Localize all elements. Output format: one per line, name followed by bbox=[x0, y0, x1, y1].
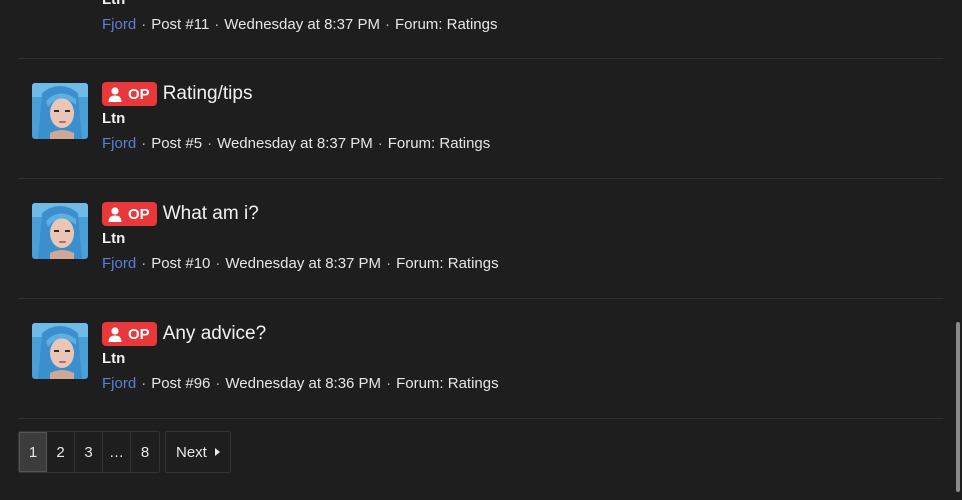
pagination: 1 2 3 … 8 Next bbox=[18, 431, 231, 473]
meta-separator: · bbox=[141, 255, 147, 272]
result-title[interactable]: Any advice? bbox=[163, 323, 267, 345]
search-results-page: Ltn Fjord·Post #11·Wednesday at 8:37 PM·… bbox=[0, 0, 962, 500]
page-2-button[interactable]: 2 bbox=[47, 432, 75, 472]
op-badge: OP bbox=[102, 322, 157, 346]
result-meta: Fjord · Post #11 · Wednesday at 8:37 PM · Foru… bbox=[102, 16, 498, 33]
author-name[interactable]: Ltn bbox=[102, 230, 125, 247]
result-meta: Fjord · Post #10 · Wednesday at 8:37 PM · Foru… bbox=[102, 255, 499, 272]
post-time: Wednesday at 8:37 PM bbox=[225, 255, 382, 272]
user-icon bbox=[108, 86, 122, 102]
avatar-image bbox=[32, 323, 88, 379]
caret-right-icon bbox=[214, 448, 220, 456]
page-jump-button[interactable]: … bbox=[103, 432, 131, 472]
op-badge-label: OP bbox=[128, 325, 150, 343]
page-3-button[interactable]: 3 bbox=[75, 432, 103, 472]
user-link[interactable]: Fjord bbox=[102, 135, 136, 152]
result-title[interactable]: Rating/tips bbox=[163, 83, 253, 105]
meta-separator: · bbox=[141, 16, 147, 33]
result-meta: Fjord · Post #5 · Wednesday at 8:37 PM · Forum… bbox=[102, 135, 490, 152]
user-icon bbox=[108, 326, 122, 342]
meta-separator: · bbox=[141, 135, 147, 152]
post-number: Post #5 bbox=[151, 135, 203, 152]
op-badge-label: OP bbox=[128, 205, 150, 223]
op-badge: OP bbox=[102, 82, 157, 106]
avatar-image bbox=[32, 203, 88, 259]
op-badge-label: OP bbox=[128, 85, 150, 103]
post-number: Post #96 bbox=[151, 375, 211, 392]
result-title[interactable]: What am i? bbox=[163, 203, 259, 225]
meta-separator: · bbox=[214, 16, 220, 33]
result-title-row: OP Rating/tips bbox=[102, 81, 252, 107]
meta-separator: · bbox=[207, 135, 213, 152]
forum-name[interactable]: Forum: Ratings bbox=[396, 255, 499, 272]
post-number: Post #10 bbox=[151, 255, 211, 272]
avatar-image bbox=[32, 83, 88, 139]
user-icon bbox=[108, 206, 122, 222]
forum-name[interactable]: Forum: Ratings bbox=[388, 135, 491, 152]
meta-separator: · bbox=[215, 255, 221, 272]
meta-separator: · bbox=[377, 135, 383, 152]
author-name[interactable]: Ltn bbox=[102, 350, 125, 367]
post-time: Wednesday at 8:37 PM bbox=[224, 16, 380, 33]
avatar[interactable] bbox=[32, 323, 88, 379]
scrollbar-thumb[interactable] bbox=[956, 322, 960, 492]
result-title-row: OP What am i? bbox=[102, 201, 259, 227]
post-number: Post #11 bbox=[151, 16, 210, 33]
list-item[interactable]: OP Any advice? Ltn Fjord · Post #96 · Wednes… bbox=[18, 299, 943, 419]
author-name[interactable]: Ltn bbox=[102, 0, 125, 8]
meta-separator: · bbox=[141, 375, 147, 392]
meta-separator: · bbox=[386, 375, 392, 392]
user-link[interactable]: Fjord bbox=[102, 255, 136, 272]
user-link[interactable]: Fjord bbox=[102, 375, 136, 392]
next-label: Next bbox=[176, 443, 207, 461]
avatar[interactable] bbox=[32, 203, 88, 259]
meta-separator: · bbox=[215, 375, 221, 392]
list-item[interactable]: OP What am i? Ltn Fjord · Post #10 · Wednesd… bbox=[18, 179, 943, 299]
user-link[interactable]: Fjord bbox=[102, 16, 136, 33]
next-page-button[interactable]: Next bbox=[165, 431, 231, 473]
op-badge: OP bbox=[102, 202, 157, 226]
result-title-row: OP Any advice? bbox=[102, 321, 266, 347]
post-time: Wednesday at 8:37 PM bbox=[217, 135, 373, 152]
meta-separator: · bbox=[384, 16, 390, 33]
forum-name[interactable]: Forum: Ratings bbox=[396, 375, 499, 392]
results-list: Ltn Fjord·Post #11·Wednesday at 8:37 PM·… bbox=[18, 0, 943, 419]
page-numbers: 1 2 3 … 8 bbox=[18, 431, 160, 473]
list-item[interactable]: Ltn Fjord·Post #11·Wednesday at 8:37 PM·… bbox=[18, 0, 943, 59]
list-item[interactable]: OP Rating/tips Ltn Fjord · Post #5 · Wednesd… bbox=[18, 59, 943, 179]
avatar[interactable] bbox=[32, 83, 88, 139]
result-meta: Fjord · Post #96 · Wednesday at 8:36 PM · Foru… bbox=[102, 375, 499, 392]
post-time: Wednesday at 8:36 PM bbox=[225, 375, 382, 392]
meta-separator: · bbox=[386, 255, 392, 272]
scrollbar[interactable] bbox=[954, 0, 962, 500]
forum-name[interactable]: Forum: Ratings bbox=[395, 16, 498, 33]
author-name[interactable]: Ltn bbox=[102, 110, 125, 127]
page-1-button[interactable]: 1 bbox=[19, 432, 47, 472]
page-8-button[interactable]: 8 bbox=[131, 432, 159, 472]
